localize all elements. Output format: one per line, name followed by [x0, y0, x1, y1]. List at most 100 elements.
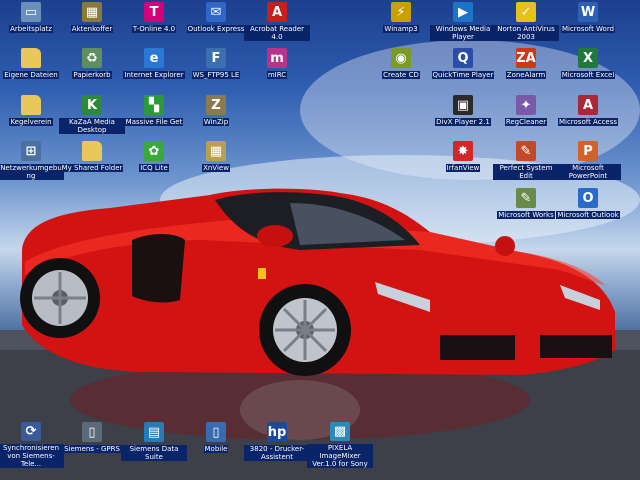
briefcase-icon: ▦	[82, 2, 102, 22]
xnview-icon: ▦	[206, 141, 226, 161]
irfanview-icon: ✸	[453, 141, 473, 161]
desktop-icon-microsoft-powerpoint[interactable]: P Microsoft PowerPoint	[555, 141, 621, 187]
desktop-icon-label: Microsoft Works	[497, 211, 555, 219]
desktop-icon-eigene-dateien[interactable]: Eigene Dateien	[0, 48, 64, 94]
desktop-icon-label: Microsoft Word	[560, 25, 616, 33]
desktop-icon-my-shared-folder[interactable]: My Shared Folder	[59, 141, 125, 187]
media-player-icon: ▶	[453, 2, 473, 22]
quicktime-icon: Q	[453, 48, 473, 68]
desktop-icon-kegelverein[interactable]: Kegelverein	[0, 95, 64, 141]
folder-icon	[21, 48, 41, 68]
desktop-icon-label: Windows Media Player	[430, 25, 496, 41]
ftp-icon: F	[206, 48, 226, 68]
internet-explorer-icon: e	[144, 48, 164, 68]
desktop-icon-microsoft-works[interactable]: ✎ Microsoft Works	[493, 188, 559, 234]
desktop-icon-label: Eigene Dateien	[3, 71, 59, 79]
desktop[interactable]: ▭ Arbeitsplatz ▦ Aktenkoffer T T-Online 4.0 ✉ O…	[0, 0, 640, 480]
desktop-icon-drucker-assistent[interactable]: hp 3820 - Drucker-Assistent	[244, 422, 310, 468]
desktop-icon-irfanview[interactable]: ✸ IrfanView	[430, 141, 496, 187]
desktop-icon-microsoft-outlook[interactable]: O Microsoft Outlook	[555, 188, 621, 234]
desktop-icon-winamp[interactable]: ⚡ Winamp3	[368, 2, 434, 48]
kazaa-icon: K	[82, 95, 102, 115]
desktop-icon-label: WS_FTP95 LE	[191, 71, 241, 79]
desktop-icon-acrobat-reader[interactable]: A Acrobat Reader 4.0	[244, 2, 310, 48]
desktop-icon-label: Acrobat Reader 4.0	[244, 25, 310, 41]
word-icon: W	[578, 2, 598, 22]
desktop-icon-siemens-gprs[interactable]: ▯ Siemens - GPRS	[59, 422, 125, 468]
massive-file-get-icon: ▚	[144, 95, 164, 115]
access-icon: A	[578, 95, 598, 115]
desktop-icon-label: Microsoft Excel	[560, 71, 616, 79]
desktop-icon-label: Siemens - GPRS	[63, 445, 121, 453]
desktop-icon-netzwerkumgebung[interactable]: ⊞ Netzwerkumgebung	[0, 141, 64, 187]
desktop-icon-label: T-Online 4.0	[131, 25, 177, 33]
network-icon: ⊞	[21, 141, 41, 161]
desktop-icon-label: IrfanView	[445, 164, 481, 172]
desktop-icon-quicktime[interactable]: Q QuickTime Player	[430, 48, 496, 94]
desktop-icon-windows-media-player[interactable]: ▶ Windows Media Player	[430, 2, 496, 48]
desktop-icon-label: Winamp3	[383, 25, 419, 33]
desktop-icon-label: Microsoft Access	[557, 118, 619, 126]
desktop-icon-regcleaner[interactable]: ✦ RegCleaner	[493, 95, 559, 141]
sync-icon: ⟳	[21, 422, 41, 441]
winzip-icon: Z	[206, 95, 226, 115]
norton-antivirus-icon: ✓	[516, 2, 536, 22]
desktop-icon-massive-file-get[interactable]: ▚ Massive File Get	[121, 95, 187, 141]
desktop-icon-label: Internet Explorer	[123, 71, 185, 79]
acrobat-reader-icon: A	[267, 2, 287, 22]
mobile-icon: ▯	[206, 422, 226, 442]
works-icon: ✎	[516, 188, 536, 208]
printer-icon: hp	[267, 422, 287, 442]
mirc-icon: m	[267, 48, 287, 68]
desktop-icon-outlook-express[interactable]: ✉ Outlook Express	[183, 2, 249, 48]
desktop-icon-label: My Shared Folder	[60, 164, 124, 172]
desktop-icon-microsoft-word[interactable]: W Microsoft Word	[555, 2, 621, 48]
desktop-icon-zonealarm[interactable]: ZA ZoneAlarm	[493, 48, 559, 94]
desktop-icon-label: Kegelverein	[9, 118, 53, 126]
desktop-icon-xnview[interactable]: ▦ XnView	[183, 141, 249, 187]
desktop-icon-label: Mobile	[203, 445, 229, 453]
desktop-icon-mobile[interactable]: ▯ Mobile	[183, 422, 249, 468]
desktop-icon-mirc[interactable]: m mIRC	[244, 48, 310, 94]
shared-folder-icon	[82, 141, 102, 161]
desktop-icon-winzip[interactable]: Z WinZip	[183, 95, 249, 141]
data-suite-icon: ▤	[144, 422, 164, 442]
desktop-icon-label: XnView	[202, 164, 230, 172]
desktop-icon-label: Outlook Express	[186, 25, 246, 33]
desktop-icon-label: WinZip	[202, 118, 230, 126]
desktop-icon-label: Papierkorb	[72, 71, 112, 79]
system-edit-icon: ✎	[516, 141, 536, 161]
desktop-icon-arbeitsplatz[interactable]: ▭ Arbeitsplatz	[0, 2, 64, 48]
regcleaner-icon: ✦	[516, 95, 536, 115]
excel-icon: X	[578, 48, 598, 68]
desktop-icon-icq-lite[interactable]: ✿ ICQ Lite	[121, 141, 187, 187]
desktop-icon-kazaa[interactable]: K KaZaA Media Desktop	[59, 95, 125, 141]
desktop-icon-ws-ftp[interactable]: F WS_FTP95 LE	[183, 48, 249, 94]
folder-icon	[21, 95, 41, 115]
desktop-icon-label: KaZaA Media Desktop	[59, 118, 125, 134]
recycle-bin-icon: ♻	[82, 48, 102, 68]
desktop-icon-siemens-data-suite[interactable]: ▤ Siemens Data Suite	[121, 422, 187, 468]
desktop-icon-papierkorb[interactable]: ♻ Papierkorb	[59, 48, 125, 94]
desktop-icon-label: ICQ Lite	[139, 164, 169, 172]
create-cd-icon: ◉	[391, 48, 411, 68]
desktop-icon-t-online[interactable]: T T-Online 4.0	[121, 2, 187, 48]
desktop-icon-label: Microsoft PowerPoint	[555, 164, 621, 180]
desktop-icon-pixela[interactable]: ▩ PIXELA ImageMixer Ver.1.0 for Sony	[307, 422, 373, 468]
desktop-icon-label: Synchronisieren von Siemens-Tele...	[0, 444, 64, 468]
desktop-icon-label: mIRC	[266, 71, 288, 79]
imagemixer-icon: ▩	[330, 422, 350, 441]
desktop-icon-microsoft-access[interactable]: A Microsoft Access	[555, 95, 621, 141]
desktop-icon-norton-antivirus[interactable]: ✓ Norton AntiVirus 2003	[493, 2, 559, 48]
zonealarm-icon: ZA	[516, 48, 536, 68]
desktop-icon-label: Arbeitsplatz	[9, 25, 53, 33]
desktop-icon-aktenkoffer[interactable]: ▦ Aktenkoffer	[59, 2, 125, 48]
desktop-icon-synchronisieren[interactable]: ⟳ Synchronisieren von Siemens-Tele...	[0, 422, 64, 468]
desktop-icon-create-cd[interactable]: ◉ Create CD	[368, 48, 434, 94]
desktop-icon-label: Norton AntiVirus 2003	[493, 25, 559, 41]
desktop-icon-microsoft-excel[interactable]: X Microsoft Excel	[555, 48, 621, 94]
desktop-icon-perfect-system-edit[interactable]: ✎ Perfect System Edit	[493, 141, 559, 187]
desktop-icon-divx-player[interactable]: ▣ DivX Player 2.1	[430, 95, 496, 141]
desktop-icon-internet-explorer[interactable]: e Internet Explorer	[121, 48, 187, 94]
desktop-icon-label: Microsoft Outlook	[556, 211, 620, 219]
